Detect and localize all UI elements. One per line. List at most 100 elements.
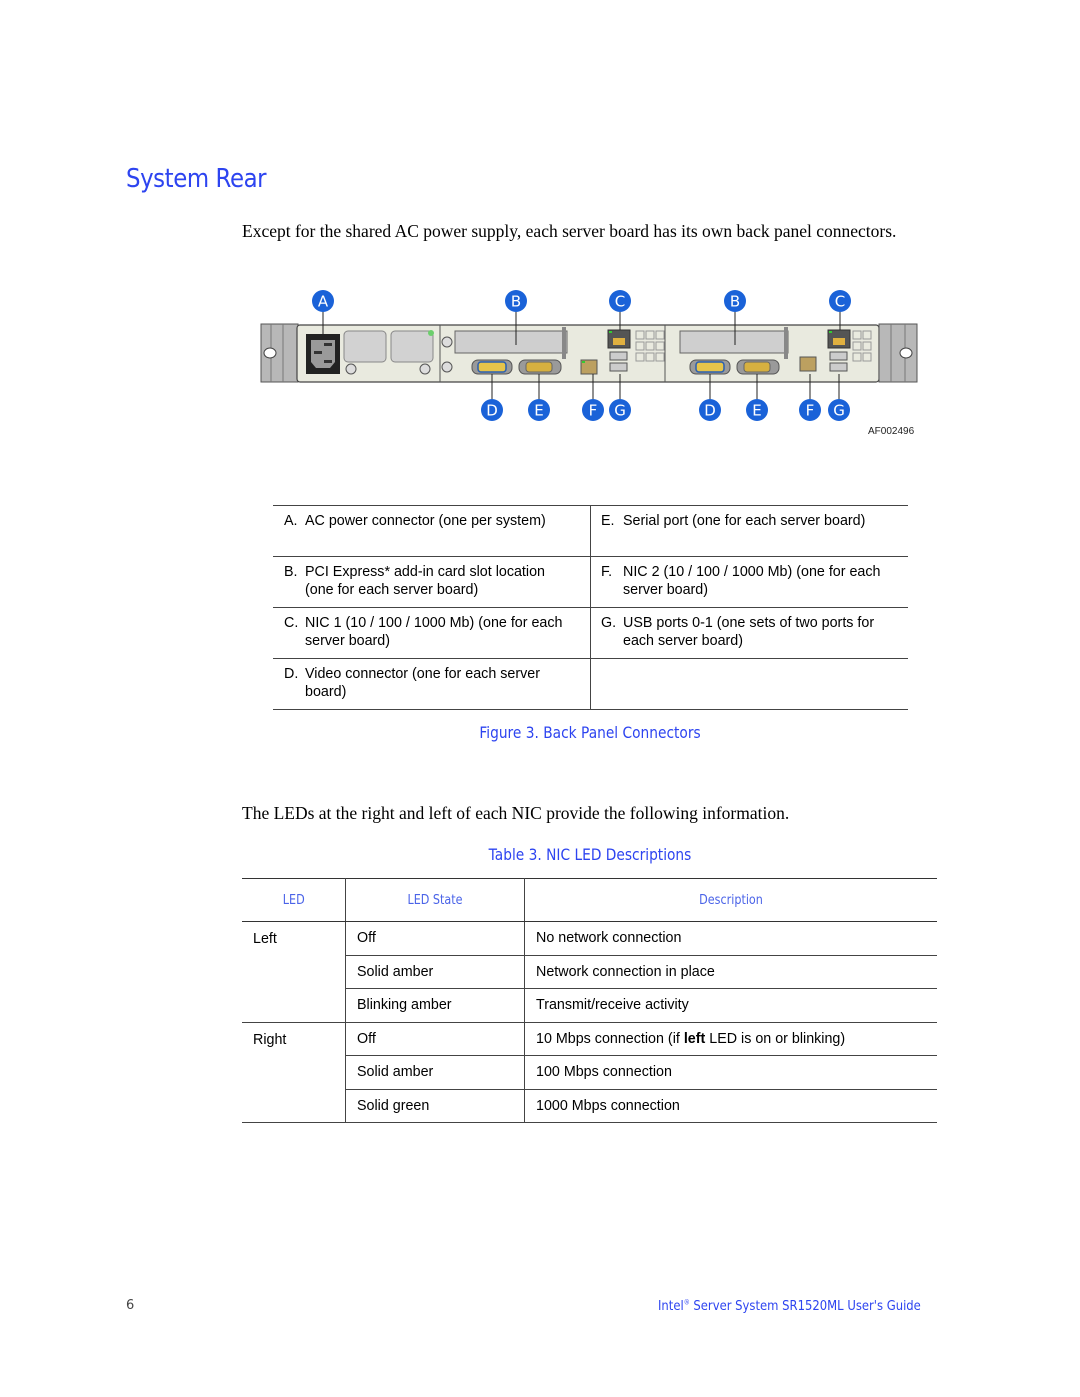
footer-title-rest: Server System SR1520ML User's Guide	[689, 1298, 921, 1314]
video-connector-2	[689, 359, 731, 375]
callout-f: F	[582, 399, 604, 421]
legend-letter: A.	[284, 513, 298, 529]
led-state-cell: Off	[345, 921, 525, 956]
table-row: Right Off 10 Mbps connection (if left LED …	[242, 1022, 937, 1123]
svg-text:C: C	[835, 293, 845, 311]
svg-text:E: E	[534, 402, 543, 420]
legend-cell: G. USB ports 0-1 (one sets of two ports f…	[590, 607, 908, 659]
callout-e: E	[528, 399, 550, 421]
legend-text: Video connector (one for each server boa…	[305, 666, 540, 700]
description-cell: Network connection in place	[524, 955, 937, 989]
legend-text: PCI Express* add-in card slot location (…	[305, 564, 545, 598]
footer-title: Intel® Server System SR1520ML User's Gui…	[658, 1298, 921, 1314]
callout-a: A	[312, 290, 334, 312]
back-panel-figure: ABCBC DEFGDEFG	[260, 290, 918, 421]
svg-text:D: D	[486, 402, 498, 420]
callout-f: F	[799, 399, 821, 421]
svg-text:F: F	[589, 402, 598, 420]
svg-text:B: B	[730, 293, 740, 311]
video-connector-1	[471, 359, 513, 375]
description-cell: 100 Mbps connection	[524, 1055, 937, 1090]
legend-text: Serial port (one for each server board)	[623, 513, 866, 529]
callout-d: D	[699, 399, 721, 421]
table-header-row: LED LED State Description	[242, 878, 937, 922]
svg-text:A: A	[318, 293, 329, 311]
callout-c: C	[829, 290, 851, 312]
legend-cell: F. NIC 2 (10 / 100 / 1000 Mb) (one for ea…	[590, 556, 908, 608]
legend-cell	[590, 658, 908, 710]
header-led: LED	[242, 878, 346, 922]
serial-port-2	[736, 359, 780, 375]
legend-letter: G.	[601, 615, 617, 631]
figure-id: AF002496	[868, 426, 915, 437]
legend-row: D. Video connector (one for each server b…	[273, 658, 908, 710]
legend-letter: B.	[284, 564, 298, 580]
nic1-port-2	[827, 329, 851, 349]
description-cell: Transmit/receive activity	[524, 988, 937, 1023]
nic2-port-2	[799, 356, 817, 372]
svg-text:G: G	[614, 402, 626, 420]
led-paragraph: The LEDs at the right and left of each N…	[242, 803, 790, 823]
led-state-cell: Solid green	[345, 1089, 525, 1123]
legend-text: AC power connector (one per system)	[305, 513, 546, 529]
left-rack-ear	[260, 323, 299, 383]
svg-text:B: B	[511, 293, 521, 311]
legend-cell: E. Serial port (one for each server board…	[590, 505, 908, 557]
header-description: Description	[524, 878, 937, 922]
led-state-cell: Solid amber	[345, 1055, 525, 1090]
led-cell: Right	[242, 1022, 346, 1123]
nic-led-table: LED LED State Description Left Off No netw…	[242, 878, 937, 1123]
svg-text:D: D	[704, 402, 716, 420]
legend-cell: D. Video connector (one for each server b…	[273, 658, 591, 710]
table-row: Solid amber Network connection in place	[242, 955, 937, 989]
ac-power-connector	[306, 334, 340, 374]
figure-caption: Figure 3. Back Panel Connectors	[479, 723, 701, 742]
header-led-state: LED State	[345, 878, 525, 922]
table-row: Left Off No network connection	[242, 921, 937, 1023]
nic1-port-1	[607, 329, 631, 349]
table-caption: Table 3. NIC LED Descriptions	[488, 845, 692, 864]
callout-b: B	[724, 290, 746, 312]
table-row: Solid green 1000 Mbps connection	[242, 1089, 937, 1123]
legend-text: NIC 2 (10 / 100 / 1000 Mb) (one for each…	[623, 564, 881, 598]
led-state-cell: Blinking amber	[345, 988, 525, 1023]
table-row: Solid amber 100 Mbps connection	[242, 1055, 937, 1090]
legend-letter: C.	[284, 615, 299, 631]
legend-row: B. PCI Express* add-in card slot location…	[273, 556, 908, 608]
legend-letter: F.	[601, 564, 613, 580]
led-cell: Left	[242, 921, 346, 1023]
page-number: 6	[126, 1298, 135, 1313]
legend-cell: A. AC power connector (one per system)	[273, 505, 591, 557]
callout-d: D	[481, 399, 503, 421]
legend-cell: C. NIC 1 (10 / 100 / 1000 Mb) (one for ea…	[273, 607, 591, 659]
connector-legend-table: A. AC power connector (one per system) E. S…	[273, 505, 908, 710]
intro-paragraph: Except for the shared AC power supply, e…	[242, 221, 897, 241]
table-row: Blinking amber Transmit/receive activity	[242, 988, 937, 1023]
legend-letter: D.	[284, 666, 299, 682]
nic2-port-1	[580, 359, 598, 375]
legend-text: USB ports 0-1 (one sets of two ports for…	[623, 615, 875, 649]
header-led-label: LED	[282, 892, 305, 908]
callout-e: E	[746, 399, 768, 421]
legend-row: C. NIC 1 (10 / 100 / 1000 Mb) (one for ea…	[273, 607, 908, 659]
callout-c: C	[609, 290, 631, 312]
legend-letter: E.	[601, 513, 615, 529]
footer-brand: Intel	[658, 1298, 684, 1314]
serial-port-1	[518, 359, 562, 375]
svg-text:G: G	[833, 402, 845, 420]
led-state-cell: Solid amber	[345, 955, 525, 989]
callout-g: G	[609, 399, 631, 421]
legend-text: NIC 1 (10 / 100 / 1000 Mb) (one for each…	[305, 615, 563, 649]
section-heading: System Rear	[126, 164, 267, 194]
led-state-cell: Off	[345, 1022, 525, 1056]
right-rack-ear	[878, 323, 918, 383]
description-cell: 10 Mbps connection (if left LED is on or…	[524, 1022, 937, 1056]
bold-term: left	[683, 1030, 706, 1047]
svg-text:F: F	[806, 402, 815, 420]
description-cell: No network connection	[524, 921, 937, 956]
svg-text:E: E	[752, 402, 761, 420]
header-description-label: Description	[699, 892, 763, 908]
callout-g: G	[828, 399, 850, 421]
legend-row: A. AC power connector (one per system) E. S…	[273, 505, 908, 557]
svg-text:C: C	[615, 293, 625, 311]
